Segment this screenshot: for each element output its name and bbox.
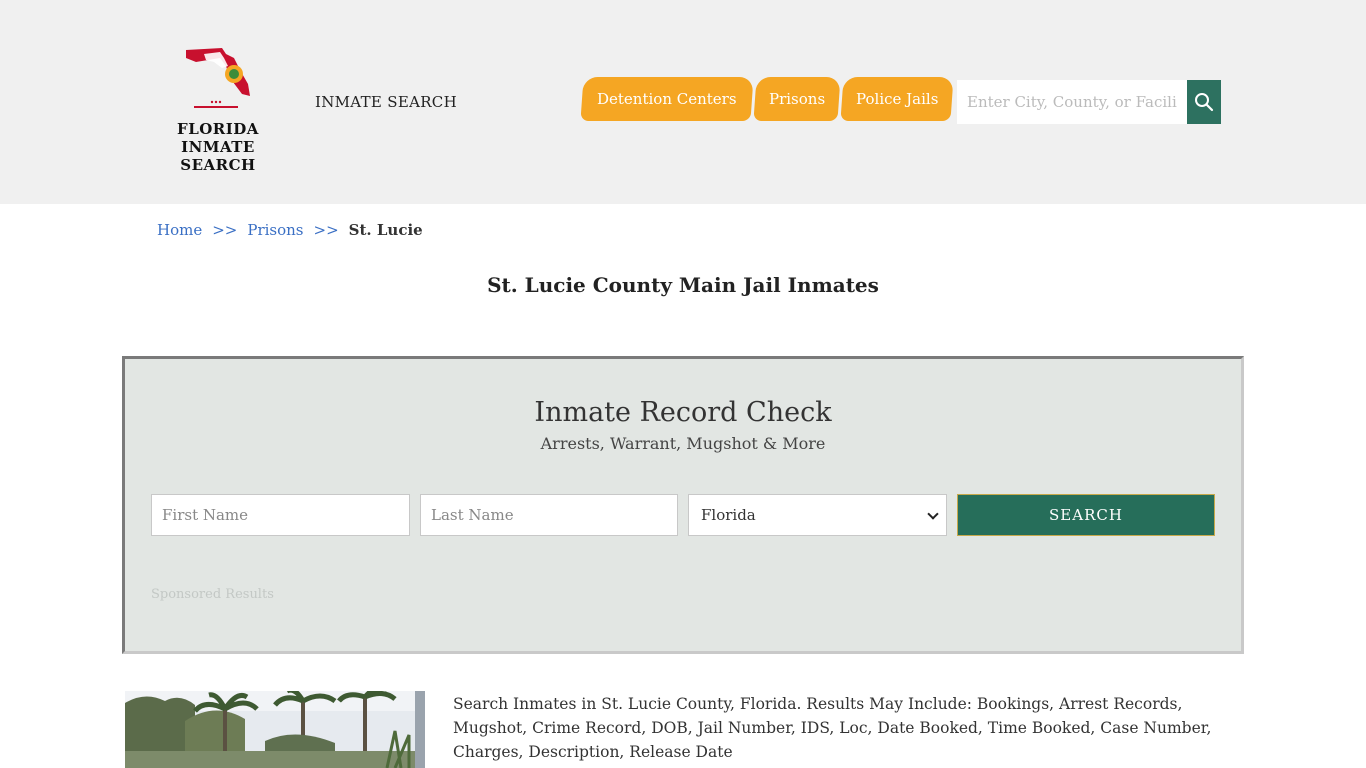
inmate-record-check-panel: Inmate Record Check Arrests, Warrant, Mu… xyxy=(122,356,1244,654)
breadcrumb-current: St. Lucie xyxy=(348,221,423,239)
state-select[interactable]: Florida xyxy=(688,494,947,536)
record-check-title: Inmate Record Check xyxy=(534,397,832,428)
last-name-input[interactable] xyxy=(420,494,678,536)
county-description: Search Inmates in St. Lucie County, Flor… xyxy=(453,695,1212,761)
breadcrumb-separator: >> xyxy=(212,221,238,239)
nav-tab-detention-centers[interactable]: Detention Centers xyxy=(580,77,754,121)
jail-photo xyxy=(125,691,425,768)
site-header: FLORIDA INMATE SEARCH INMATE SEARCH Dete… xyxy=(0,0,1366,204)
nav-tab-label: Detention Centers xyxy=(597,90,737,108)
nav-tab-label: Police Jails xyxy=(855,90,939,108)
breadcrumb: Home >> Prisons >> St. Lucie xyxy=(157,221,423,239)
search-icon xyxy=(1195,93,1214,112)
page-title: St. Lucie County Main Jail Inmates xyxy=(487,273,879,297)
sponsored-results-label: Sponsored Results xyxy=(151,587,274,602)
site-logo[interactable]: FLORIDA INMATE SEARCH xyxy=(146,44,290,174)
first-name-input[interactable] xyxy=(151,494,410,536)
site-name-link[interactable]: INMATE SEARCH xyxy=(315,93,457,111)
florida-map-icon xyxy=(186,48,250,108)
record-search-button[interactable]: SEARCH xyxy=(957,494,1215,536)
nav-tab-police-jails[interactable]: Police Jails xyxy=(840,77,954,121)
nav-tab-prisons[interactable]: Prisons xyxy=(753,77,841,121)
logo-text-line2: INMATE SEARCH xyxy=(180,138,256,174)
breadcrumb-separator: >> xyxy=(313,221,339,239)
breadcrumb-prisons[interactable]: Prisons xyxy=(247,221,303,239)
breadcrumb-home[interactable]: Home xyxy=(157,221,202,239)
nav-tab-label: Prisons xyxy=(768,90,826,108)
facility-search-input[interactable] xyxy=(957,80,1187,124)
facility-search-button[interactable] xyxy=(1187,80,1221,124)
logo-text-line1: FLORIDA xyxy=(177,120,259,138)
palm-trees-image xyxy=(125,691,425,768)
record-check-subtitle: Arrests, Warrant, Mugshot & More xyxy=(540,434,826,453)
